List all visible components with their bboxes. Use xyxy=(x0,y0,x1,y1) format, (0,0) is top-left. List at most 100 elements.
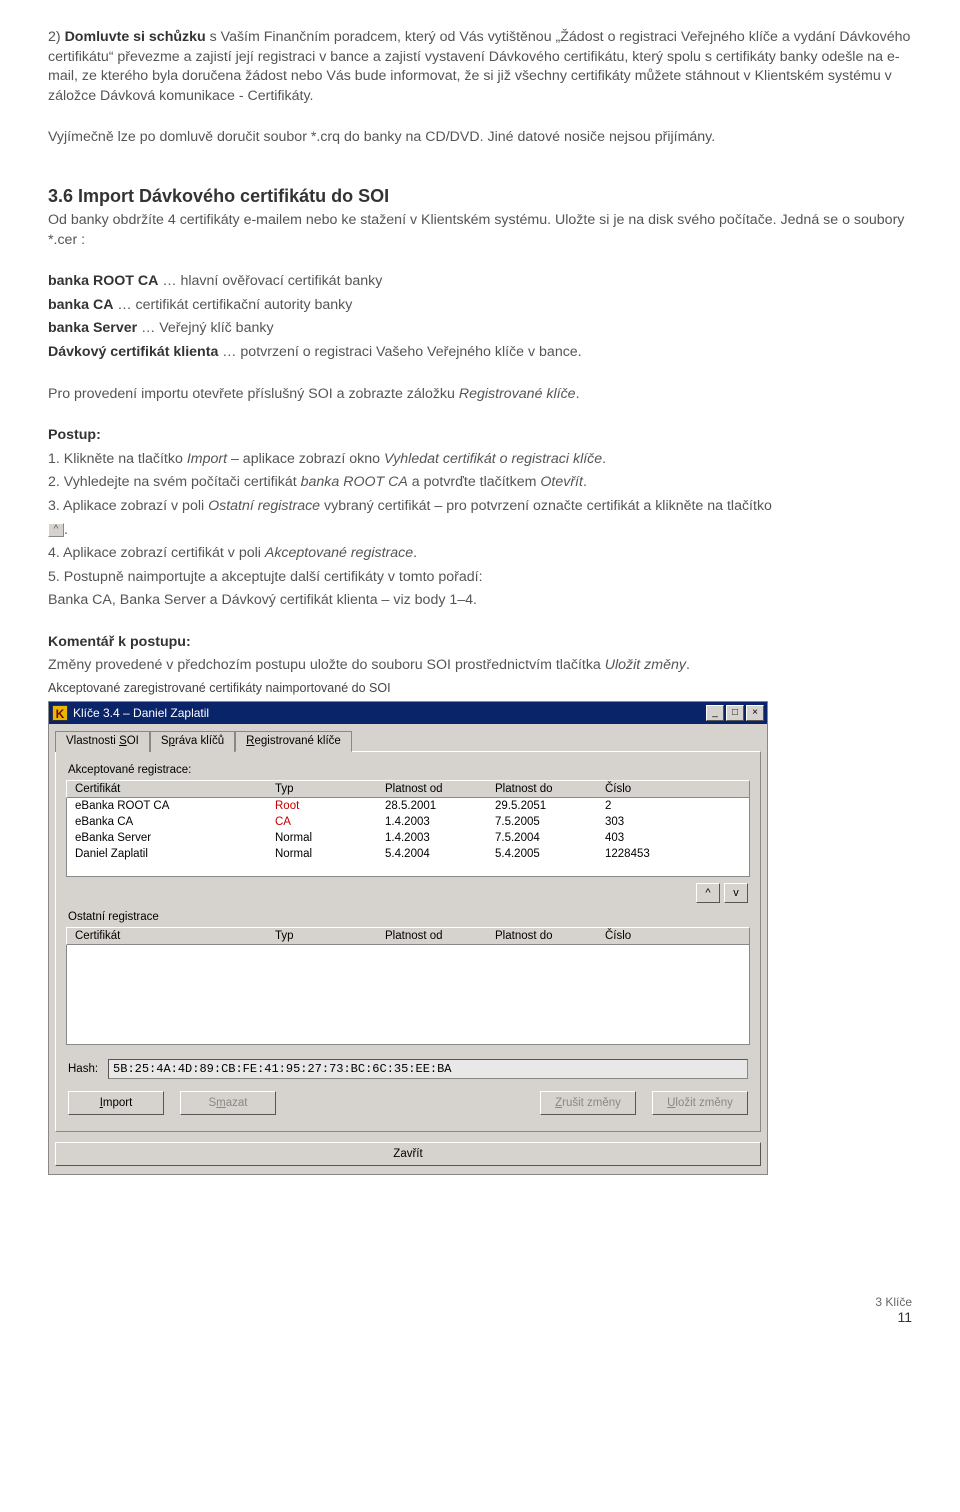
tab-registrovane-klice[interactable]: Registrované klíče xyxy=(235,731,352,752)
ulozit-u: U xyxy=(667,1097,675,1109)
tab0-u: S xyxy=(119,735,127,747)
hdr2-type[interactable]: Typ xyxy=(267,928,377,944)
hdr-num[interactable]: Číslo xyxy=(597,781,717,797)
cell-to: 7.5.2005 xyxy=(487,814,597,830)
p4a: Pro provedení importu otevřete příslušný… xyxy=(48,386,459,402)
p4i: Registrované klíče xyxy=(459,386,576,402)
accept-up-icon: ^ xyxy=(48,523,64,537)
step-2: 2. Vyhledejte na svém počítači certifiká… xyxy=(48,473,912,493)
hdr-cert[interactable]: Certifikát xyxy=(67,781,267,797)
s4b: . xyxy=(413,545,417,561)
para-2: Vyjímečně lze po domluvě doručit soubor … xyxy=(48,128,912,148)
step-1: 1. Klikněte na tlačítko Import – aplikac… xyxy=(48,450,912,470)
hdr2-cert[interactable]: Certifikát xyxy=(67,928,267,944)
accepted-list-header: Certifikát Typ Platnost od Platnost do Č… xyxy=(66,780,750,798)
move-up-button[interactable]: ^ xyxy=(696,883,720,903)
cell-type: Root xyxy=(267,798,377,814)
cert-line-4: Dávkový certifikát klienta … potvrzení o… xyxy=(48,343,912,363)
tab2-u: R xyxy=(246,735,254,747)
hdr2-num[interactable]: Číslo xyxy=(597,928,717,944)
close-button[interactable]: × xyxy=(746,705,764,721)
cell-from: 1.4.2003 xyxy=(377,814,487,830)
cert3-desc: … Veřejný klíč banky xyxy=(137,320,273,336)
delete-button[interactable]: Smazat xyxy=(180,1091,276,1115)
postup: Postup: xyxy=(48,427,101,443)
s1c: . xyxy=(602,451,606,467)
window-title: Klíče 3.4 – Daniel Zaplatil xyxy=(73,706,706,720)
table-row[interactable]: eBanka Server Normal 1.4.2003 7.5.2004 4… xyxy=(67,830,749,846)
komb: . xyxy=(686,657,690,673)
s2i2: Otevřít xyxy=(540,474,583,490)
comment-heading: Komentář k postupu: xyxy=(48,633,912,653)
accepted-list[interactable]: eBanka ROOT CA Root 28.5.2001 29.5.2051 … xyxy=(66,798,750,877)
save-changes-button[interactable]: Uložit změny xyxy=(652,1091,748,1115)
hash-label: Hash: xyxy=(68,1063,98,1075)
tab-sprava-klicu[interactable]: Správa klíčů xyxy=(150,731,235,752)
hdr-from[interactable]: Platnost od xyxy=(377,781,487,797)
hdr-type[interactable]: Typ xyxy=(267,781,377,797)
cert4-name: Dávkový certifikát klienta xyxy=(48,344,218,360)
s2c: . xyxy=(583,474,587,490)
para1-bold: Domluvte si schůzku xyxy=(65,29,206,45)
step-3b: ^. xyxy=(48,521,912,541)
maximize-button[interactable]: □ xyxy=(726,705,744,721)
cell-cert: Daniel Zaplatil xyxy=(67,846,267,862)
comment-text: Změny provedené v předchozím postupu ulo… xyxy=(48,656,912,676)
figure-caption: Akceptované zaregistrované certifikáty n… xyxy=(48,680,912,697)
other-label: Ostatní registrace xyxy=(68,911,750,923)
other-list[interactable] xyxy=(66,945,750,1045)
para-4: Pro provedení importu otevřete příslušný… xyxy=(48,385,912,405)
hdr-to[interactable]: Platnost do xyxy=(487,781,597,797)
import-u: I xyxy=(100,1097,103,1109)
cert-line-3: banka Server … Veřejný klíč banky xyxy=(48,319,912,339)
cell-from: 5.4.2004 xyxy=(377,846,487,862)
accepted-label: Akceptované registrace: xyxy=(68,764,750,776)
para-1: 2) Domluvte si schůzku s Vaším Finančním… xyxy=(48,28,912,106)
section-heading: 3.6 Import Dávkového certifikátu do SOI xyxy=(48,186,912,207)
s4a: 4. Aplikace zobrazí certifikát v poli xyxy=(48,545,265,561)
cancel-changes-button[interactable]: Zrušit změny xyxy=(540,1091,636,1115)
table-row[interactable]: eBanka CA CA 1.4.2003 7.5.2005 303 xyxy=(67,814,749,830)
zrusit-u: Z xyxy=(555,1097,562,1109)
s1a: 1. Klikněte na tlačítko xyxy=(48,451,187,467)
other-list-header: Certifikát Typ Platnost od Platnost do Č… xyxy=(66,927,750,945)
cell-to: 29.5.2051 xyxy=(487,798,597,814)
tab1-u: p xyxy=(169,735,175,747)
close-window-button[interactable]: Zavřít xyxy=(55,1142,761,1166)
cert-line-2: banka CA … certifikát certifikační autor… xyxy=(48,296,912,316)
minimize-button[interactable]: _ xyxy=(706,705,724,721)
step-5b: Banka CA, Banka Server a Dávkový certifi… xyxy=(48,591,912,611)
tabs: Vlastnosti SOI Správa klíčů Registrované… xyxy=(49,724,767,751)
cert1-desc: … hlavní ověřovací certifikát banky xyxy=(158,273,382,289)
cell-num: 403 xyxy=(597,830,717,846)
step-3: 3. Aplikace zobrazí v poli Ostatní regis… xyxy=(48,497,912,517)
hdr2-to[interactable]: Platnost do xyxy=(487,928,597,944)
import-button[interactable]: Import xyxy=(68,1091,164,1115)
cert1-name: banka ROOT CA xyxy=(48,273,158,289)
s4i: Akceptované registrace xyxy=(265,545,413,561)
app-icon: K xyxy=(52,705,68,721)
cell-type: Normal xyxy=(267,846,377,862)
table-row[interactable]: eBanka ROOT CA Root 28.5.2001 29.5.2051 … xyxy=(67,798,749,814)
cert3-name: banka Server xyxy=(48,320,137,336)
komi: Uložit změny xyxy=(605,657,686,673)
cell-num: 2 xyxy=(597,798,717,814)
cert2-name: banka CA xyxy=(48,297,113,313)
s3i: Ostatní registrace xyxy=(208,498,320,514)
para1-lead: 2) xyxy=(48,29,65,45)
table-row[interactable]: Daniel Zaplatil Normal 5.4.2004 5.4.2005… xyxy=(67,846,749,862)
p4b: . xyxy=(576,386,580,402)
tab-vlastnosti-soi[interactable]: Vlastnosti SOI xyxy=(55,731,150,752)
hdr2-from[interactable]: Platnost od xyxy=(377,928,487,944)
kom: Komentář k postupu: xyxy=(48,634,191,650)
s3a: 3. Aplikace zobrazí v poli xyxy=(48,498,208,514)
koma: Změny provedené v předchozím postupu ulo… xyxy=(48,657,605,673)
footer-section: 3 Klíče xyxy=(48,1295,912,1309)
move-down-button[interactable]: v xyxy=(724,883,748,903)
s3c: . xyxy=(64,522,68,538)
s1i: Import xyxy=(187,451,227,467)
hash-field[interactable] xyxy=(108,1059,748,1079)
step-4: 4. Aplikace zobrazí certifikát v poli Ak… xyxy=(48,544,912,564)
tab-panel: Akceptované registrace: Certifikát Typ P… xyxy=(55,751,761,1132)
cert-line-1: banka ROOT CA … hlavní ověřovací certifi… xyxy=(48,272,912,292)
